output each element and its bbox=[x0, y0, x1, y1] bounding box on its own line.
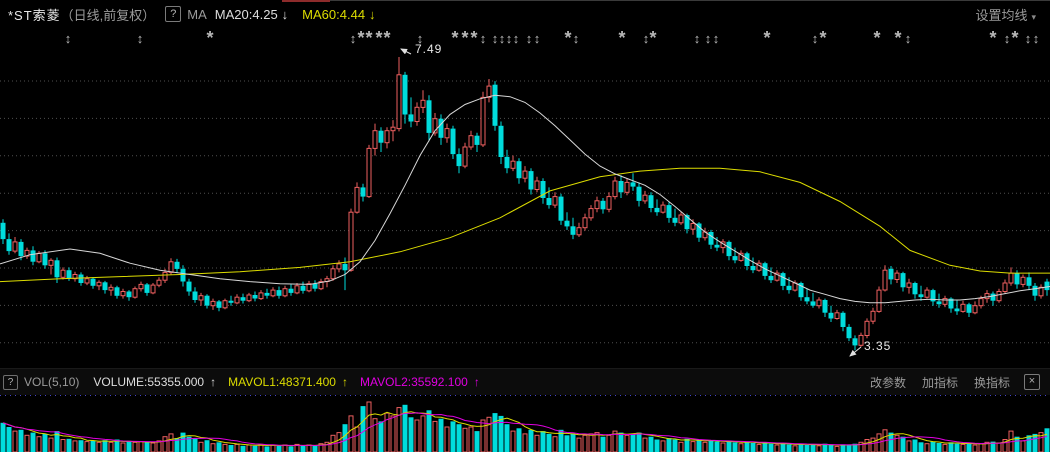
event-marker-star-icon[interactable]: * bbox=[649, 28, 656, 49]
add-indicator-button[interactable]: 加指标 bbox=[922, 374, 958, 391]
event-marker-updown-icon[interactable]: ↕ bbox=[492, 31, 499, 46]
price-annotation: 7.49 bbox=[415, 42, 442, 56]
mavol1-value: MAVOL1:48371.400 bbox=[228, 375, 336, 389]
event-marker-star-icon[interactable]: * bbox=[375, 28, 382, 49]
event-marker-star-icon[interactable]: * bbox=[1011, 28, 1018, 49]
indicator-toolbar: ? VOL(5,10) VOLUME:55355.000 ↑ MAVOL1:48… bbox=[0, 368, 1050, 395]
event-marker-updown-icon[interactable]: ↕ bbox=[480, 31, 487, 46]
event-marker-updown-icon[interactable]: ↕ bbox=[350, 31, 357, 46]
event-marker-star-icon[interactable]: * bbox=[461, 28, 468, 49]
event-marker-updown-icon[interactable]: ↕ bbox=[513, 31, 520, 46]
stock-chart-app: *ST索菱 （日线,前复权） ? MA MA20:4.25 ↓ MA60:4.4… bbox=[0, 0, 1050, 452]
ma60-value: MA60:4.44 bbox=[302, 7, 365, 22]
indicator-name: VOL(5,10) bbox=[24, 375, 79, 389]
event-marker-star-icon[interactable]: * bbox=[989, 28, 996, 49]
help-icon[interactable]: ? bbox=[3, 375, 18, 390]
stock-name: *ST索菱 bbox=[8, 5, 61, 24]
event-marker-updown-icon[interactable]: ↕ bbox=[526, 31, 533, 46]
caret-down-icon: ▾ bbox=[1031, 12, 1036, 22]
help-icon[interactable]: ? bbox=[165, 6, 181, 22]
ma20-value: MA20:4.25 bbox=[215, 7, 278, 22]
candlestick-chart[interactable]: ↕↕*↕****↕***↕↕↕↕↕↕↕*↕*↕*↕↕↕*↕***↕*↕*↕↕ 7… bbox=[0, 28, 1050, 368]
ma60-down-arrow: ↓ bbox=[369, 7, 376, 22]
event-marker-updown-icon[interactable]: ↕ bbox=[499, 31, 506, 46]
event-marker-star-icon[interactable]: * bbox=[206, 28, 213, 49]
event-marker-updown-icon[interactable]: ↕ bbox=[534, 31, 541, 46]
event-marker-updown-icon[interactable]: ↕ bbox=[694, 31, 701, 46]
ma-group-label: MA bbox=[187, 7, 207, 22]
volume-up-arrow: ↑ bbox=[210, 375, 216, 389]
event-marker-updown-icon[interactable]: ↕ bbox=[1033, 31, 1040, 46]
mavol2-value: MAVOL2:35592.100 bbox=[360, 375, 468, 389]
switch-indicator-button[interactable]: 换指标 bbox=[974, 374, 1010, 391]
event-marker-star-icon[interactable]: * bbox=[470, 28, 477, 49]
event-marker-updown-icon[interactable]: ↕ bbox=[137, 31, 144, 46]
event-marker-updown-icon[interactable]: ↕ bbox=[905, 31, 912, 46]
ma20-down-arrow: ↓ bbox=[282, 7, 289, 22]
chart-header-bar: *ST索菱 （日线,前复权） ? MA MA20:4.25 ↓ MA60:4.4… bbox=[0, 0, 1050, 28]
mavol2-up-arrow: ↑ bbox=[474, 375, 480, 389]
event-marker-star-icon[interactable]: * bbox=[383, 28, 390, 49]
event-marker-star-icon[interactable]: * bbox=[564, 28, 571, 49]
event-marker-updown-icon[interactable]: ↕ bbox=[713, 31, 720, 46]
event-marker-star-icon[interactable]: * bbox=[451, 28, 458, 49]
event-marker-star-icon[interactable]: * bbox=[819, 28, 826, 49]
price-annotation: 3.35 bbox=[864, 339, 891, 353]
volume-chart[interactable] bbox=[0, 395, 1050, 452]
event-marker-star-icon[interactable]: * bbox=[365, 28, 372, 49]
event-marker-updown-icon[interactable]: ↕ bbox=[812, 31, 819, 46]
event-marker-star-icon[interactable]: * bbox=[357, 28, 364, 49]
volume-value: VOLUME:55355.000 bbox=[93, 375, 204, 389]
event-marker-star-icon[interactable]: * bbox=[763, 28, 770, 49]
event-marker-star-icon[interactable]: * bbox=[894, 28, 901, 49]
event-marker-updown-icon[interactable]: ↕ bbox=[1004, 31, 1011, 46]
set-ma-button[interactable]: 设置均线 ▾ bbox=[975, 5, 1036, 24]
event-marker-updown-icon[interactable]: ↕ bbox=[643, 31, 650, 46]
event-marker-updown-icon[interactable]: ↕ bbox=[506, 31, 513, 46]
period-label: （日线,前复权） bbox=[61, 5, 156, 24]
mavol1-up-arrow: ↑ bbox=[342, 375, 348, 389]
change-params-button[interactable]: 改参数 bbox=[870, 374, 906, 391]
close-icon[interactable]: × bbox=[1024, 374, 1040, 390]
event-marker-star-icon[interactable]: * bbox=[618, 28, 625, 49]
event-marker-updown-icon[interactable]: ↕ bbox=[705, 31, 712, 46]
event-marker-updown-icon[interactable]: ↕ bbox=[573, 31, 580, 46]
event-marker-updown-icon[interactable]: ↕ bbox=[65, 31, 72, 46]
set-ma-label: 设置均线 bbox=[975, 8, 1027, 23]
event-marker-updown-icon[interactable]: ↕ bbox=[1025, 31, 1032, 46]
event-marker-star-icon[interactable]: * bbox=[873, 28, 880, 49]
